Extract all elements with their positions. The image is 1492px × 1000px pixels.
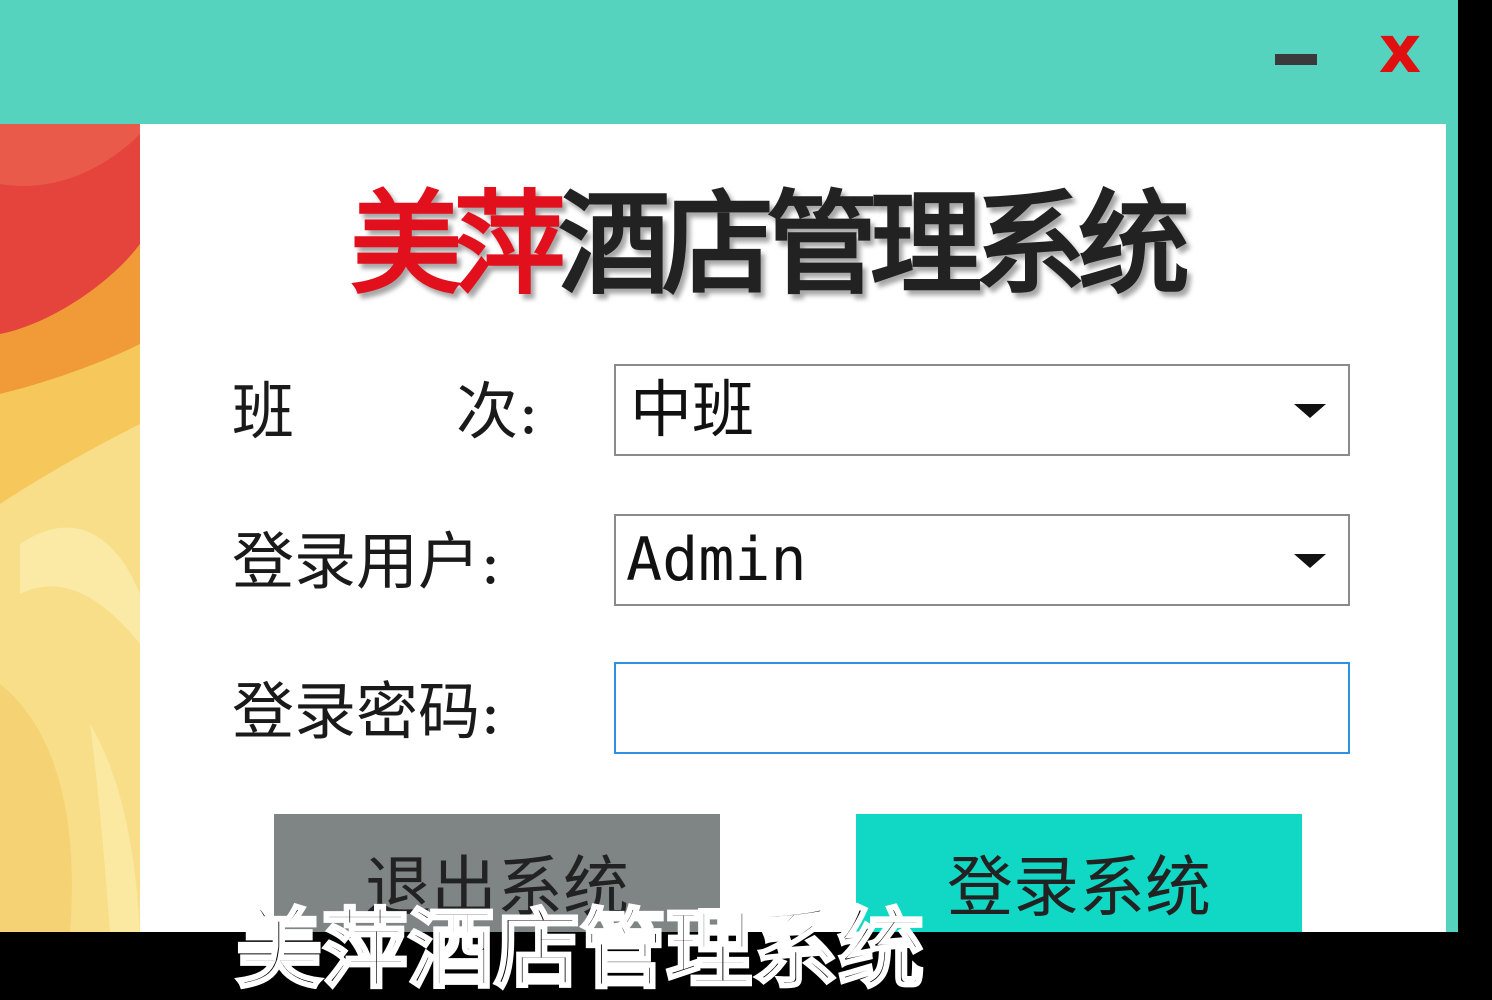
close-button[interactable]: x bbox=[1368, 17, 1432, 86]
shift-label-part1: 班 bbox=[232, 375, 295, 448]
exit-button[interactable]: 退出系统 bbox=[274, 814, 720, 932]
close-icon: x bbox=[1378, 11, 1422, 88]
shift-select-value: 中班 bbox=[630, 373, 755, 446]
user-label: 登录用户: bbox=[232, 525, 501, 598]
minus-icon bbox=[1275, 53, 1317, 65]
minimize-button[interactable] bbox=[1264, 22, 1328, 86]
shift-label-part2: 次: bbox=[456, 375, 539, 448]
login-window: x 美萍酒店管理系统 班 次: 中班 登录用户: Admin 登录密码: 退出系… bbox=[0, 0, 1458, 932]
user-select-value: Admin bbox=[626, 525, 807, 595]
title-bar[interactable]: x bbox=[0, 0, 1458, 124]
user-select[interactable]: Admin bbox=[614, 514, 1350, 606]
app-title: 美萍酒店管理系统 bbox=[350, 179, 1190, 310]
login-panel: 美萍酒店管理系统 班 次: 中班 登录用户: Admin 登录密码: 退出系统 … bbox=[140, 124, 1446, 932]
shift-select[interactable]: 中班 bbox=[614, 364, 1350, 456]
dropdown-arrow-icon[interactable] bbox=[1294, 404, 1326, 418]
dropdown-arrow-icon[interactable] bbox=[1294, 554, 1326, 568]
shift-label: 班 次: bbox=[232, 364, 562, 460]
login-button[interactable]: 登录系统 bbox=[856, 814, 1302, 932]
app-title-name: 酒店管理系统 bbox=[558, 179, 1190, 310]
decorative-side-image bbox=[0, 124, 140, 932]
password-input[interactable] bbox=[614, 662, 1350, 754]
password-label: 登录密码: bbox=[232, 675, 501, 748]
app-title-brand: 美萍 bbox=[350, 179, 566, 310]
